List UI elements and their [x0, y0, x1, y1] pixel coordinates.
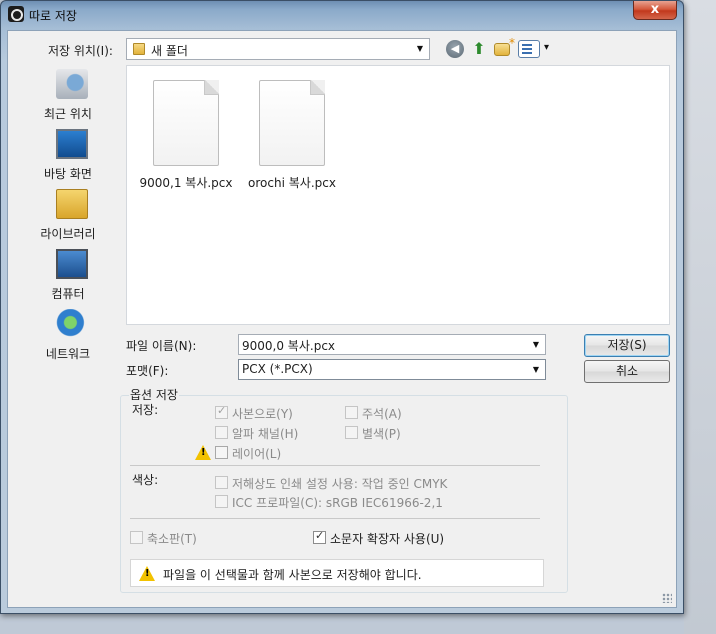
- recent-places-icon: [56, 69, 88, 99]
- save-location-combo[interactable]: 새 폴더 ▼: [126, 38, 430, 60]
- color-section-label: 색상:: [132, 473, 159, 487]
- place-label: 네트워크: [45, 347, 91, 361]
- place-label: 라이브러리: [40, 227, 96, 241]
- resize-grip-icon[interactable]: [662, 593, 672, 603]
- save-section-label: 저장:: [132, 403, 159, 417]
- desktop-icon: [56, 129, 88, 159]
- save-location-label: 저장 위치(I):: [48, 44, 113, 58]
- computer-icon: [56, 249, 88, 279]
- places-bar: 최근 위치 바탕 화면 라이브러리 컴퓨터 네트워크: [16, 65, 120, 365]
- dialog-body: 저장 위치(I): 새 폴더 ▼ ◀ ⬆ 최근 위치 바탕 화면 라이브러리: [7, 30, 677, 608]
- divider: [130, 465, 540, 466]
- annotations-label: 주석(A): [362, 407, 402, 421]
- place-label: 최근 위치: [44, 107, 92, 121]
- app-icon: [8, 6, 24, 22]
- save-location-value: 새 폴더: [151, 44, 188, 58]
- chevron-down-icon[interactable]: ▼: [529, 337, 543, 353]
- network-icon: [56, 309, 88, 339]
- file-list[interactable]: 9000,1 복사.pcx orochi 복사.pcx: [126, 65, 670, 325]
- alpha-channels-label: 알파 채널(H): [232, 427, 299, 441]
- divider: [130, 518, 540, 519]
- place-label: 바탕 화면: [44, 167, 92, 181]
- view-menu-icon[interactable]: [518, 40, 549, 58]
- file-item[interactable]: orochi 복사.pcx: [237, 76, 347, 196]
- warning-icon: [195, 445, 211, 460]
- filename-label: 파일 이름(N):: [126, 339, 197, 353]
- as-copy-label: 사본으로(Y): [232, 407, 293, 421]
- cancel-button[interactable]: 취소: [584, 360, 670, 383]
- warning-message: 파일을 이 선택물과 함께 사본으로 저장해야 합니다.: [130, 559, 544, 587]
- spot-colors-checkbox[interactable]: [345, 426, 358, 439]
- proof-setup-checkbox[interactable]: [215, 476, 228, 489]
- save-button[interactable]: 저장(S): [584, 334, 670, 357]
- place-network[interactable]: 네트워크: [16, 309, 120, 365]
- icc-profile-checkbox[interactable]: [215, 495, 228, 508]
- layers-label: 레이어(L): [232, 447, 282, 461]
- up-folder-icon[interactable]: ⬆: [470, 40, 488, 58]
- library-icon: [56, 189, 88, 219]
- new-folder-icon[interactable]: [494, 36, 515, 56]
- folder-icon: [133, 43, 145, 55]
- back-icon[interactable]: ◀: [446, 40, 464, 58]
- icc-profile-label: ICC 프로파일(C): sRGB IEC61966-2,1: [232, 496, 443, 510]
- thumbnail-checkbox[interactable]: [130, 531, 143, 544]
- lowercase-extension-checkbox[interactable]: [313, 529, 326, 544]
- proof-setup-label: 저해상도 인쇄 설정 사용: 작업 중인 CMYK: [232, 477, 448, 491]
- document-icon: [153, 80, 219, 166]
- chevron-down-icon[interactable]: ▼: [529, 362, 543, 378]
- file-name: 9000,1 복사.pcx: [139, 176, 233, 190]
- file-name: orochi 복사.pcx: [248, 176, 336, 190]
- filename-input[interactable]: 9000,0 복사.pcx ▼: [238, 334, 546, 355]
- place-recent[interactable]: 최근 위치: [16, 69, 120, 125]
- place-label: 컴퓨터: [51, 287, 85, 301]
- title-bar[interactable]: 따로 저장 x: [1, 1, 683, 29]
- warning-icon: [139, 566, 155, 581]
- layers-checkbox[interactable]: [215, 446, 228, 459]
- place-library[interactable]: 라이브러리: [16, 189, 120, 245]
- lowercase-extension-label: 소문자 확장자 사용(U): [330, 532, 445, 546]
- thumbnail-label: 축소판(T): [147, 532, 197, 546]
- file-item[interactable]: 9000,1 복사.pcx: [131, 76, 241, 196]
- as-copy-checkbox[interactable]: [215, 404, 228, 419]
- save-as-dialog: 따로 저장 x 저장 위치(I): 새 폴더 ▼ ◀ ⬆ 최근 위치 바탕 화면…: [0, 0, 684, 614]
- place-computer[interactable]: 컴퓨터: [16, 249, 120, 305]
- document-icon: [259, 80, 325, 166]
- annotations-checkbox[interactable]: [345, 406, 358, 419]
- alpha-channels-checkbox[interactable]: [215, 426, 228, 439]
- chevron-down-icon[interactable]: ▼: [413, 41, 427, 57]
- format-label: 포맷(F):: [126, 364, 169, 378]
- format-select[interactable]: PCX (*.PCX) ▼: [238, 359, 546, 380]
- window-title: 따로 저장: [29, 9, 77, 23]
- place-desktop[interactable]: 바탕 화면: [16, 129, 120, 185]
- close-button[interactable]: x: [633, 1, 677, 20]
- desktop-background: [684, 0, 716, 634]
- format-value: PCX (*.PCX): [242, 362, 313, 376]
- spot-colors-label: 별색(P): [362, 427, 401, 441]
- filename-value: 9000,0 복사.pcx: [242, 339, 336, 353]
- warning-text: 파일을 이 선택물과 함께 사본으로 저장해야 합니다.: [163, 568, 422, 582]
